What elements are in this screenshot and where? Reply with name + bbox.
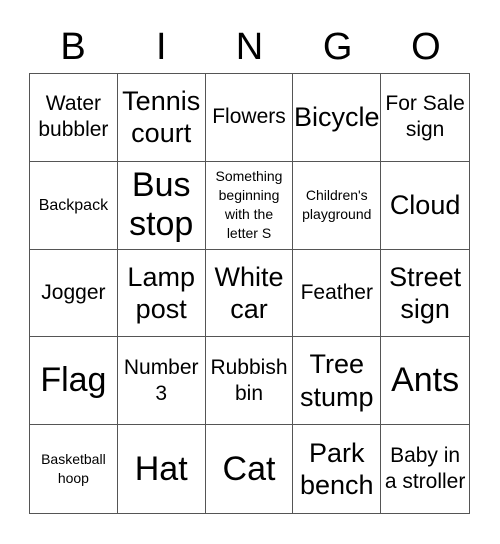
bingo-card-grid: Water bubbler Tennis court Flowers Bicycle F… — [29, 73, 470, 514]
bingo-cell-label: Tennis court — [122, 86, 201, 149]
bingo-cell-label: Street sign — [389, 261, 462, 324]
bingo-cell[interactable]: Park bench — [293, 425, 382, 513]
bingo-cell-label: Baby in a stroller — [384, 443, 466, 494]
bingo-cell[interactable]: Tennis court — [117, 74, 206, 162]
header-letter-b: B — [60, 26, 86, 68]
bingo-cell-label: Flowers — [212, 105, 286, 129]
header-letter-i: I — [156, 26, 167, 68]
bingo-cell[interactable]: Baby in a stroller — [381, 425, 469, 513]
bingo-cell-label: Something beginning with the letter S — [215, 168, 283, 242]
bingo-cell-label: Cat — [222, 449, 276, 488]
bingo-cell-label: For Sale sign — [385, 92, 465, 142]
bingo-cell[interactable]: Bicycle — [293, 74, 382, 162]
bingo-cell[interactable]: Tree stump — [293, 337, 382, 426]
bingo-cell[interactable]: Children's playground — [293, 161, 382, 250]
bingo-cell[interactable]: Hat — [118, 425, 206, 513]
bingo-cell[interactable]: Flowers — [205, 74, 294, 162]
bingo-cell[interactable]: Bus stop — [117, 161, 206, 250]
bingo-cell[interactable]: Street sign — [381, 250, 469, 338]
bingo-cell-label: Children's playground — [302, 187, 372, 223]
bingo-cell[interactable]: Flag — [30, 337, 118, 426]
bingo-cell[interactable]: For Sale sign — [381, 74, 469, 162]
bingo-cell-label: Feather — [300, 280, 373, 304]
bingo-cell[interactable]: Something beginning with the letter S — [205, 161, 294, 250]
bingo-cell-label: Water bubbler — [38, 92, 109, 142]
bingo-cell[interactable]: Jogger — [30, 249, 118, 338]
header-letter-n: N — [235, 26, 264, 68]
bingo-cell[interactable]: Water bubbler — [30, 74, 118, 162]
bingo-cell[interactable]: Number 3 — [117, 337, 206, 426]
bingo-cell-label: Rubbish bin — [210, 355, 288, 405]
bingo-cell-label: Bicycle — [294, 102, 380, 133]
bingo-cell-label: Park bench — [300, 437, 374, 501]
bingo-cell[interactable]: Feather — [293, 249, 382, 338]
bingo-cell[interactable]: Cat — [206, 425, 294, 513]
bingo-cell[interactable]: Basketball hoop — [30, 425, 118, 513]
bingo-cell-label: White car — [214, 261, 284, 324]
bingo-cell[interactable]: Backpack — [30, 161, 118, 250]
bingo-cell-label: Cloud — [389, 190, 461, 220]
bingo-cell[interactable]: White car — [205, 249, 294, 338]
bingo-cell-label: Jogger — [41, 280, 106, 304]
header-letter-g: G — [322, 26, 353, 68]
bingo-cell[interactable]: Cloud — [381, 162, 469, 250]
bingo-cell-label: Flag — [40, 361, 107, 400]
bingo-header: B I N G O — [29, 22, 470, 72]
bingo-cell[interactable]: Lamp post — [117, 249, 206, 338]
bingo-cell-label: Backpack — [38, 196, 109, 214]
bingo-cell-label: Number 3 — [123, 355, 199, 405]
bingo-cell-label: Hat — [134, 449, 188, 488]
bingo-cell[interactable]: Rubbish bin — [205, 337, 294, 426]
bingo-cell-label: Bus stop — [129, 166, 194, 244]
bingo-cell[interactable]: Ants — [381, 337, 469, 426]
bingo-cell-label: Tree stump — [300, 349, 374, 412]
header-letter-o: O — [411, 26, 441, 68]
bingo-cell-label: Basketball hoop — [41, 451, 106, 487]
bingo-cell-label: Lamp post — [127, 261, 195, 324]
bingo-cell-label: Ants — [391, 361, 460, 400]
